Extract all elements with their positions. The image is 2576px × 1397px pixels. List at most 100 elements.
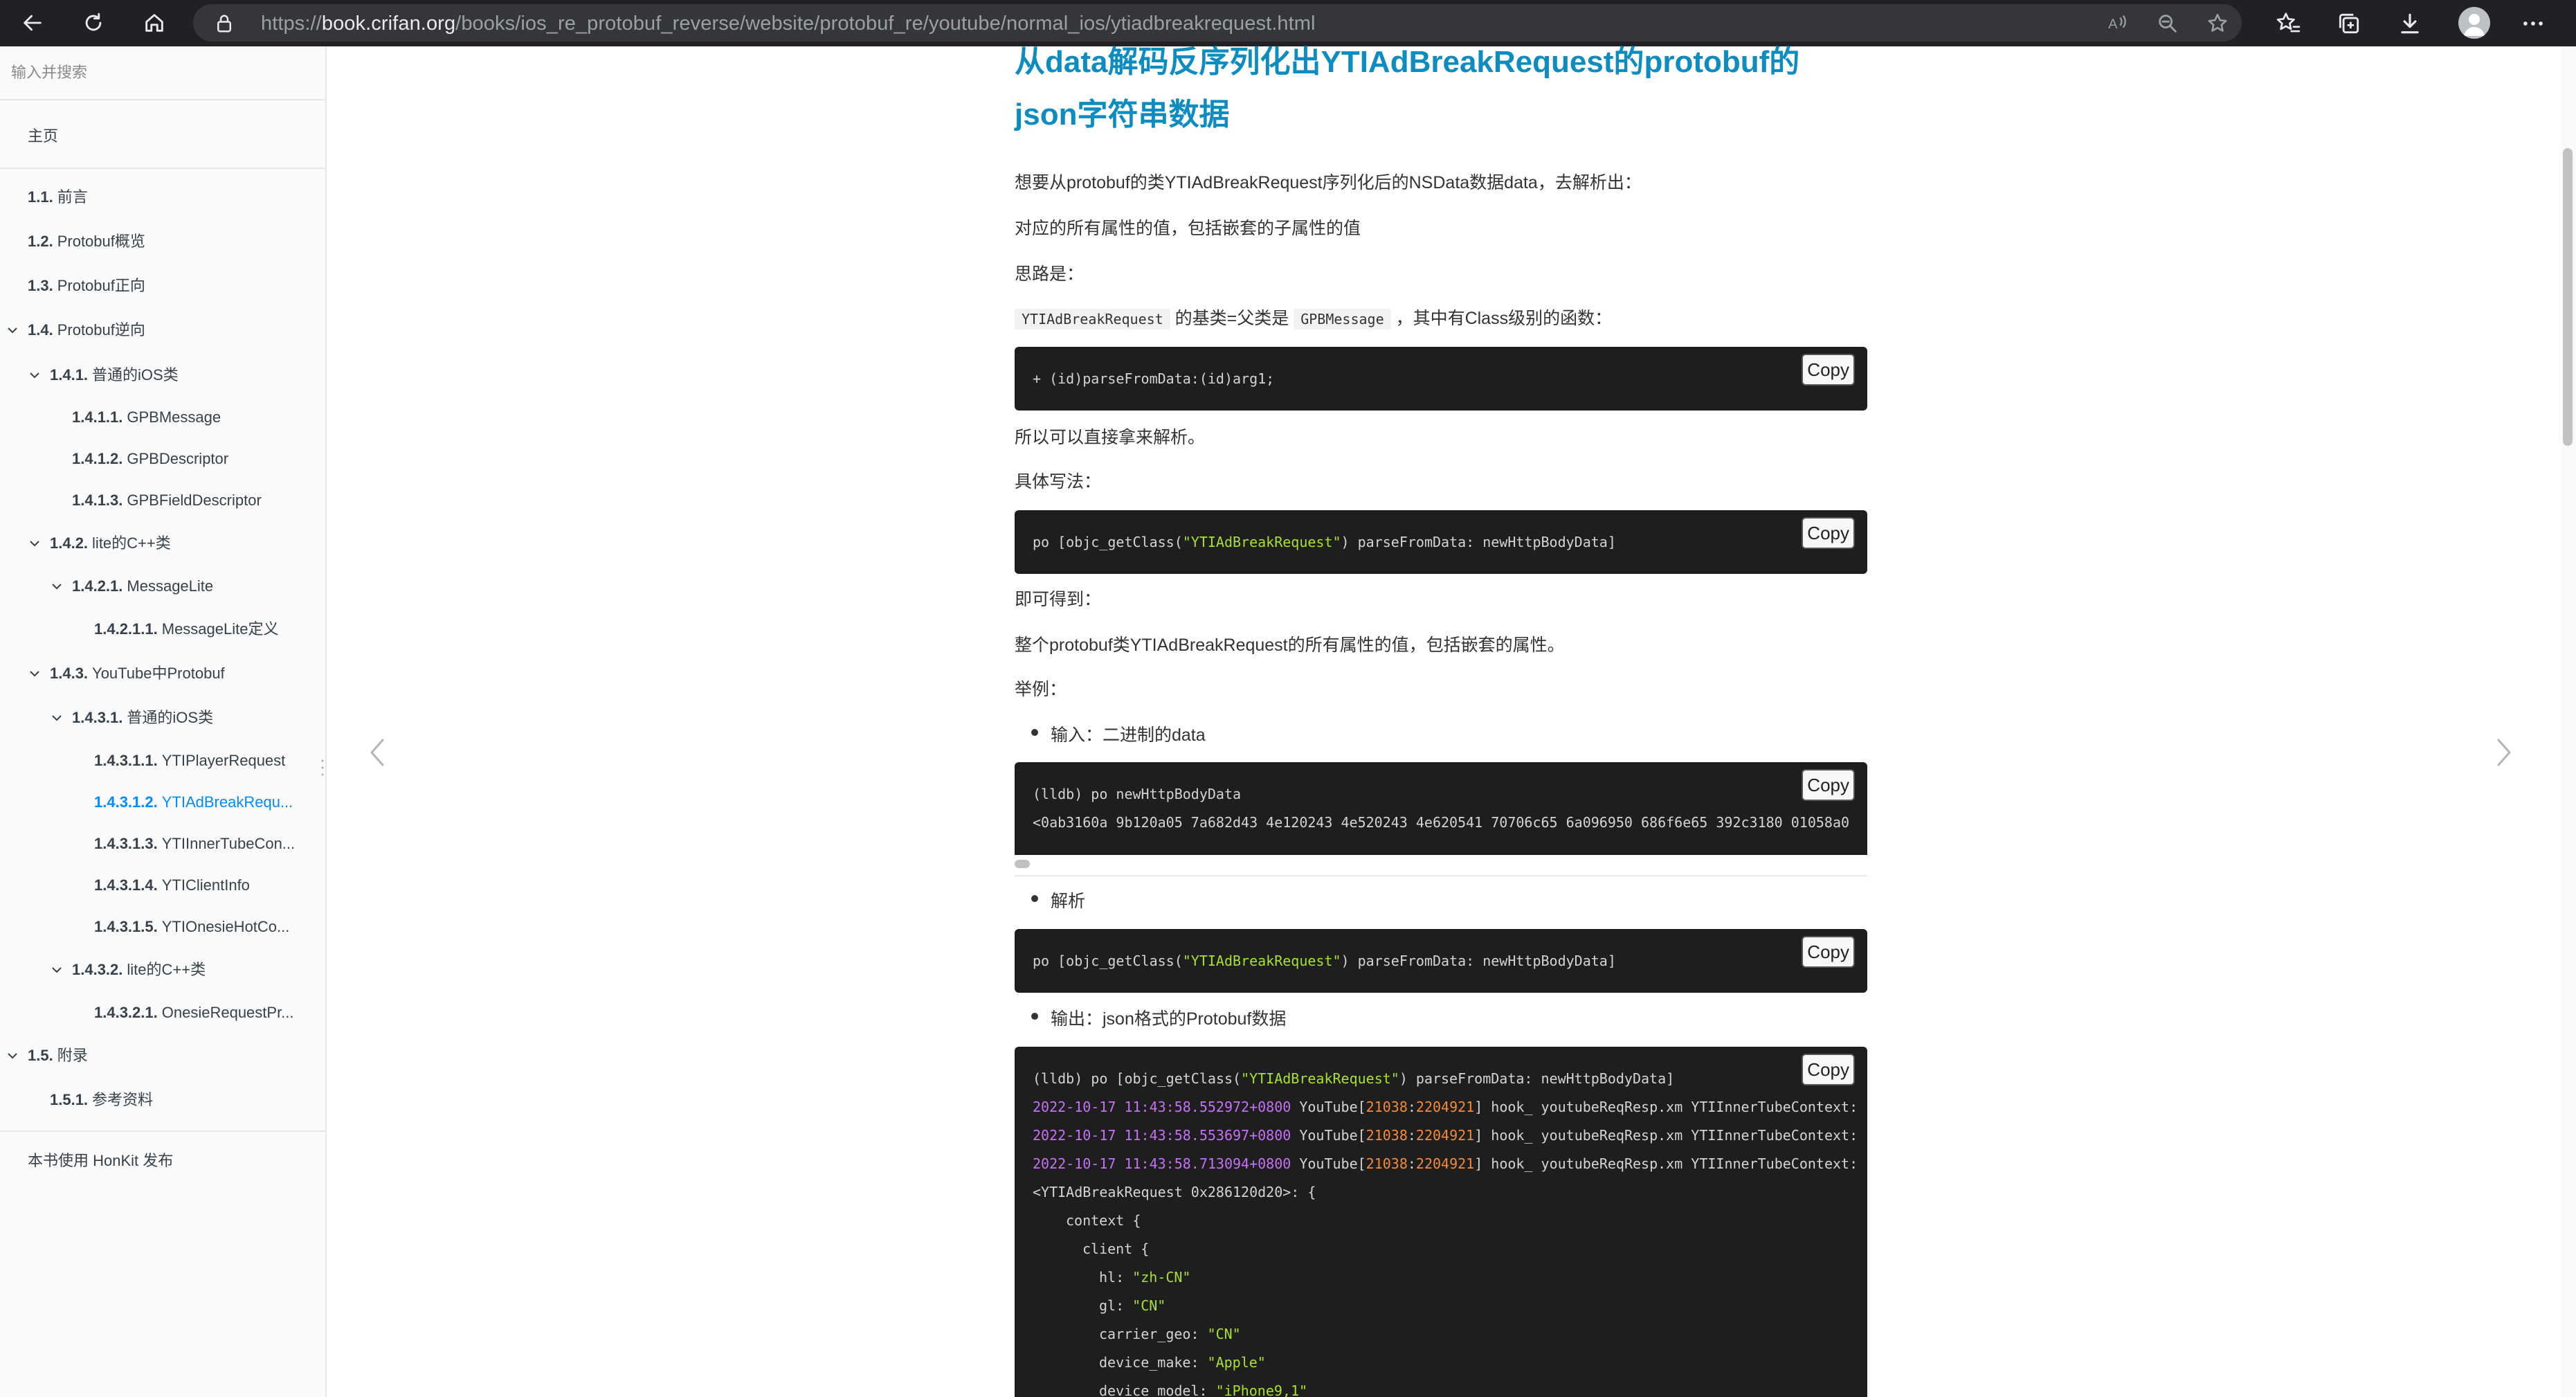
zoom-icon[interactable] (2156, 12, 2179, 35)
horizontal-scrollbar[interactable] (1015, 857, 1867, 871)
code-text: ) parseFromData: newHttpBodyData] (1341, 953, 1616, 969)
code-block: (lldb) po [objc_getClass("YTIAdBreakRequ… (1015, 1047, 1867, 1397)
lock-icon[interactable] (214, 13, 235, 34)
copy-button[interactable]: Copy (1802, 354, 1855, 386)
sidebar-item-1-4-3-1[interactable]: 1.4.3.1. 普通的iOS类 (72, 704, 213, 732)
code-text: : (1407, 1127, 1416, 1144)
sidebar-divider (0, 1130, 325, 1132)
sidebar-footer-link[interactable]: 本书使用 HonKit 发布 (28, 1147, 173, 1175)
code-line: po [objc_getClass("YTIAdBreakRequest") p… (1033, 534, 1616, 550)
sidebar-item-label: lite的C++类 (92, 534, 171, 552)
url-text[interactable]: https://book.crifan.org/books/ios_re_pro… (261, 12, 1316, 35)
previous-page-arrow-icon[interactable] (363, 732, 391, 773)
list-item-text: 输入：二进制的data (1051, 725, 1206, 745)
sidebar-item-1-1[interactable]: 1.1. 前言 (28, 183, 88, 211)
chevron-down-icon[interactable] (50, 963, 64, 977)
sidebar-item-1-4-3-2-1[interactable]: 1.4.3.2.1. OnesieRequestPr... (94, 999, 294, 1027)
sidebar-item-1-4-3-2[interactable]: 1.4.3.2. lite的C++类 (72, 956, 206, 984)
back-button[interactable] (15, 6, 50, 40)
page-title: 从data解码反序列化出YTIAdBreakRequest的protobuf的 j… (1015, 36, 1887, 141)
star-add-icon[interactable] (2206, 12, 2229, 35)
sidebar-item-1-4-1-3[interactable]: 1.4.1.3. GPBFieldDescriptor (72, 487, 262, 514)
code-number: 21038 (1366, 1099, 1408, 1115)
sidebar-item-number: 1.4. (28, 321, 53, 339)
sidebar-item-1-4-3-1-3[interactable]: 1.4.3.1.3. YTIInnerTubeCon... (94, 830, 295, 858)
horizontal-scrollbar-thumb[interactable] (1015, 860, 1030, 868)
list-item: 输出：json格式的Protobuf数据 (1031, 1005, 1286, 1030)
sidebar-item-1-5[interactable]: 1.5. 附录 (28, 1042, 88, 1070)
sidebar-item-label: 附录 (57, 1047, 88, 1064)
sidebar-item-label: Protobuf正向 (57, 277, 145, 294)
sidebar-item-number: 1.4.1.3. (72, 492, 123, 509)
sidebar-item-label: Protobuf逆向 (57, 321, 145, 339)
favorites-button[interactable] (2273, 8, 2303, 39)
sidebar-item-1-4-3[interactable]: 1.4.3. YouTube中Protobuf (50, 660, 225, 687)
code-string: "Apple" (1207, 1354, 1266, 1371)
more-button[interactable] (2518, 8, 2548, 39)
vertical-scrollbar-thumb[interactable] (2563, 148, 2573, 446)
copy-button[interactable]: Copy (1802, 936, 1855, 968)
code-block: (lldb) po newHttpBodyData <0ab3160a 9b12… (1015, 762, 1867, 855)
code-number: 21038 (1366, 1127, 1408, 1144)
sidebar-item-label: MessageLite (127, 577, 214, 595)
sidebar-item-1-4-2-1[interactable]: 1.4.2.1. MessageLite (72, 573, 213, 600)
sidebar-item-1-4-3-1-2[interactable]: 1.4.3.1.2. YTIAdBreakRequ... (94, 788, 293, 816)
code-timestamp: 2022-10-17 11:43:58.553697+0800 (1033, 1127, 1291, 1144)
paragraph-text: 的基类=父类是 (1170, 309, 1294, 328)
sidebar-item-label: MessageLite定义 (161, 620, 279, 638)
code-key: carrier_geo: (1099, 1326, 1208, 1342)
sidebar-item-1-4-2[interactable]: 1.4.2. lite的C++类 (50, 530, 171, 557)
code-number: 2204921 (1415, 1155, 1475, 1172)
paragraph: 所以可以直接拿来解析。 (1015, 428, 1206, 447)
sidebar-item-label: 主页 (28, 127, 59, 145)
page-title-line: 从data解码反序列化出YTIAdBreakRequest的protobuf的 (1015, 45, 1800, 79)
downloads-button[interactable] (2395, 8, 2425, 39)
sidebar-item-home[interactable]: 主页 (28, 123, 58, 150)
code-line: 2022-10-17 11:43:58.713094+0800 YouTube[… (1033, 1155, 1858, 1172)
chevron-down-icon[interactable] (28, 368, 42, 382)
code-line: gl: "CN" (1099, 1297, 1165, 1314)
sidebar-item-label: YTIClientInfo (161, 876, 250, 894)
copy-button[interactable]: Copy (1802, 769, 1855, 801)
chevron-down-icon[interactable] (6, 1049, 19, 1063)
sidebar-item-label: 前言 (57, 188, 88, 206)
collections-button[interactable] (2334, 8, 2364, 39)
sidebar-item-1-4[interactable]: 1.4. Protobuf逆向 (28, 316, 145, 344)
code-number: 2204921 (1415, 1099, 1475, 1115)
code-line: 2022-10-17 11:43:58.553697+0800 YouTube[… (1033, 1127, 1858, 1144)
sidebar-item-1-5-1[interactable]: 1.5.1. 参考资料 (50, 1086, 153, 1114)
profile-button[interactable] (2458, 7, 2490, 39)
code-block: po [objc_getClass("YTIAdBreakRequest") p… (1015, 510, 1867, 574)
chevron-down-icon[interactable] (50, 579, 64, 593)
sidebar-item-1-4-3-1-1[interactable]: 1.4.3.1.1. YTIPlayerRequest (94, 747, 285, 775)
sidebar-item-1-4-1-1[interactable]: 1.4.1.1. GPBMessage (72, 404, 221, 431)
chevron-down-icon[interactable] (6, 323, 19, 337)
sidebar-item-number: 1.4.2. (50, 534, 89, 552)
sidebar-item-1-2[interactable]: 1.2. Protobuf概览 (28, 228, 145, 255)
copy-button[interactable]: Copy (1802, 517, 1855, 549)
refresh-button[interactable] (76, 6, 111, 40)
sidebar-item-1-3[interactable]: 1.3. Protobuf正向 (28, 272, 145, 300)
code-string: "YTIAdBreakRequest" (1182, 953, 1341, 969)
sidebar-item-1-4-3-1-4[interactable]: 1.4.3.1.4. YTIClientInfo (94, 872, 250, 899)
next-page-arrow-icon[interactable] (2490, 732, 2518, 773)
sidebar-item-1-4-1[interactable]: 1.4.1. 普通的iOS类 (50, 361, 179, 389)
sidebar-item-label: YTIPlayerRequest (161, 752, 286, 769)
copy-button[interactable]: Copy (1802, 1054, 1855, 1085)
sidebar-item-1-4-3-1-5[interactable]: 1.4.3.1.5. YTIOnesieHotCo... (94, 913, 289, 941)
sidebar-resize-handle[interactable] (321, 758, 324, 777)
sidebar-item-number: 1.4.3.1.5. (94, 918, 158, 935)
sidebar-item-label: OnesieRequestPr... (161, 1004, 294, 1021)
sidebar-item-1-4-1-2[interactable]: 1.4.1.2. GPBDescriptor (72, 445, 228, 473)
chevron-down-icon[interactable] (50, 711, 64, 725)
chevron-down-icon[interactable] (28, 537, 42, 550)
home-button[interactable] (137, 6, 172, 40)
sidebar-divider (0, 168, 325, 169)
code-line: po [objc_getClass("YTIAdBreakRequest") p… (1033, 953, 1616, 969)
sidebar-item-1-4-2-1-1[interactable]: 1.4.2.1.1. MessageLite定义 (94, 615, 279, 643)
search-input[interactable] (0, 46, 325, 100)
read-aloud-icon[interactable]: A (2105, 12, 2129, 35)
chevron-down-icon[interactable] (28, 667, 42, 681)
list-item: 解析 (1031, 887, 1085, 912)
home-icon (145, 14, 163, 32)
